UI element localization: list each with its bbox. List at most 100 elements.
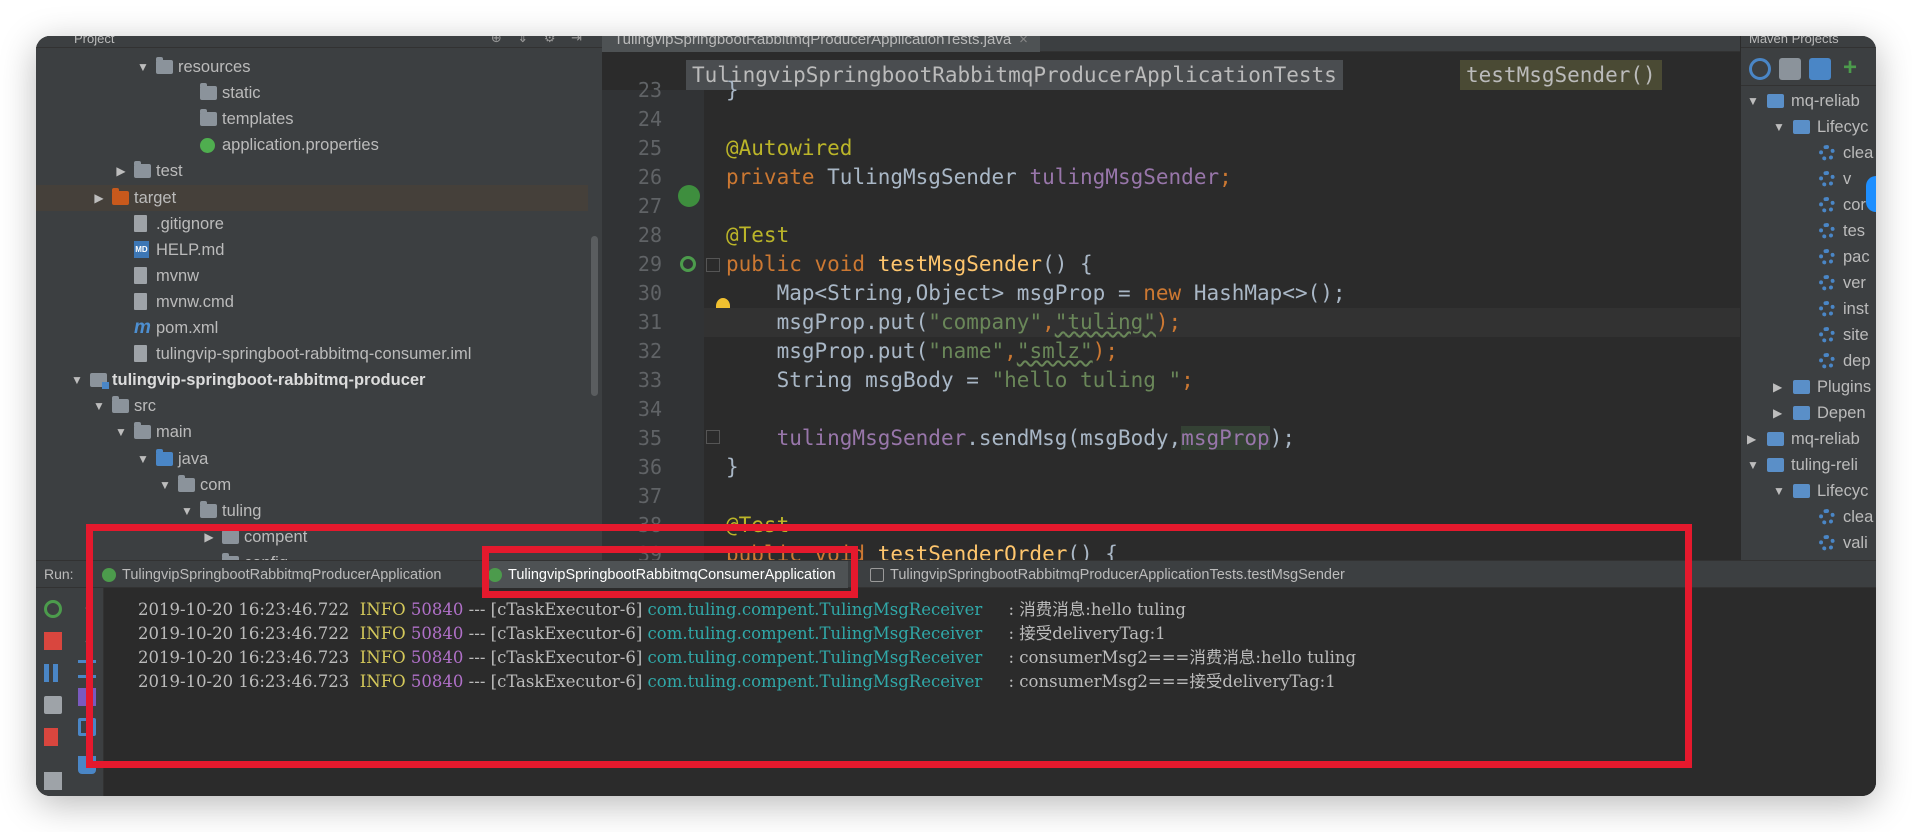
maven-tree-item[interactable]: v (1741, 166, 1876, 192)
run-tab[interactable]: TulingvipSpringbootRabbitmqConsumerAppli… (482, 561, 848, 589)
collapsed-arrow-icon[interactable]: ▶ (1747, 426, 1756, 452)
maven-tree-item[interactable]: ▼ mq-reliab (1741, 88, 1876, 114)
tree-item[interactable]: ▼ com (36, 472, 588, 498)
tree-item[interactable]: ▼ main (36, 419, 588, 445)
editor-file-tab[interactable]: TulingvipSpringbootRabbitmqProducerAppli… (602, 36, 1040, 52)
scroll-to-end-icon[interactable] (78, 688, 96, 706)
maven-tree-item[interactable]: ▼ tuling-reli (1741, 452, 1876, 478)
tree-item[interactable]: ▼ tuling (36, 498, 588, 524)
tree-item[interactable]: application.properties (36, 132, 588, 158)
collapsed-arrow-icon[interactable]: ▶ (92, 185, 106, 211)
code-line-33: String msgBody = "hello tuling "; (776, 368, 1194, 392)
maven-tree-item[interactable]: cor (1741, 192, 1876, 218)
log-class: com.tuling.compent.TulingMsgReceiver (647, 648, 983, 667)
layout-icon[interactable] (44, 772, 62, 790)
generate-sources-icon[interactable] (1779, 58, 1801, 80)
expanded-arrow-icon[interactable]: ▼ (1773, 114, 1785, 140)
maven-item-label: mq-reliab (1791, 430, 1860, 448)
maven-tree-item[interactable]: ▼ Lifecyc (1741, 114, 1876, 140)
pause-icon[interactable] (44, 664, 58, 682)
tree-item[interactable]: m pom.xml (36, 315, 588, 341)
clear-all-icon[interactable] (78, 756, 96, 774)
run-test-icon[interactable] (680, 256, 696, 272)
close-icon[interactable]: × (1019, 36, 1028, 48)
download-icon[interactable] (1809, 58, 1831, 80)
tree-item[interactable]: ▶ target (36, 184, 588, 211)
tree-item-label: static (222, 84, 261, 103)
maven-panel-title: Maven Projects (1741, 36, 1876, 48)
maven-tree-item[interactable]: tes (1741, 218, 1876, 244)
maven-tree-item[interactable]: ▶ Depen (1741, 400, 1876, 426)
tree-item-label: HELP.md (156, 240, 225, 259)
dump-threads-icon[interactable] (44, 696, 62, 714)
maven-tree-item[interactable]: inst (1741, 296, 1876, 322)
line-number: 36 (637, 455, 662, 479)
tree-item[interactable]: templates (36, 106, 588, 132)
print-icon[interactable] (78, 718, 96, 736)
floating-widget[interactable] (1866, 176, 1876, 212)
tree-item[interactable]: ▼ src (36, 393, 588, 419)
expanded-arrow-icon[interactable]: ▼ (1747, 452, 1759, 478)
file-icon (134, 292, 147, 310)
expanded-arrow-icon[interactable]: ▼ (92, 393, 106, 419)
tree-item[interactable]: MD HELP.md (36, 237, 588, 263)
maven-tree-item[interactable]: site (1741, 322, 1876, 348)
maven-tree-item[interactable]: ▶ Plugins (1741, 374, 1876, 400)
maven-tree-item[interactable]: ▶ mq-reliab (1741, 426, 1876, 452)
stop-icon[interactable] (44, 632, 62, 650)
code-line-32: msgProp.put("name","smlz"); (776, 339, 1118, 363)
expanded-arrow-icon[interactable]: ▼ (70, 367, 84, 393)
tree-item[interactable]: ▼ config (36, 550, 588, 560)
soft-wrap-icon[interactable] (78, 660, 96, 678)
project-panel-tools[interactable]: ⊕ ⇕ ⚙ ⇥ (491, 36, 588, 46)
tree-item[interactable]: mvnw.cmd (36, 289, 588, 315)
refresh-icon[interactable] (1749, 58, 1771, 80)
expanded-arrow-icon[interactable]: ▼ (202, 550, 216, 560)
tree-item[interactable]: tulingvip-springboot-rabbitmq-consumer.i… (36, 341, 588, 367)
maven-tree-item[interactable]: ▼ Lifecyc (1741, 478, 1876, 504)
expanded-arrow-icon[interactable]: ▼ (180, 498, 194, 524)
tree-item[interactable]: ▶ compent (36, 524, 588, 550)
down-arrow-icon[interactable]: ↓ (78, 630, 96, 648)
collapsed-arrow-icon[interactable]: ▶ (1773, 400, 1782, 426)
folder-icon (1793, 380, 1810, 394)
log-timestamp: 2019-10-20 16:23:46.723 (138, 672, 350, 691)
maven-tree-item[interactable]: pac (1741, 244, 1876, 270)
maven-tree-item[interactable]: vali (1741, 530, 1876, 556)
maven-item-label: ver (1843, 274, 1866, 292)
project-scrollbar[interactable] (591, 236, 598, 396)
exit-icon[interactable] (44, 728, 58, 746)
maven-tree-item[interactable]: clea (1741, 140, 1876, 166)
tree-item[interactable]: ▶ test (36, 158, 588, 184)
run-tab[interactable]: TulingvipSpringbootRabbitmqProducerAppli… (96, 561, 453, 589)
expanded-arrow-icon[interactable]: ▼ (1773, 478, 1785, 504)
up-arrow-icon[interactable]: ↑ (78, 602, 96, 620)
collapsed-arrow-icon[interactable]: ▶ (114, 158, 128, 184)
code-line-38: @Test (726, 513, 790, 537)
expanded-arrow-icon[interactable]: ▼ (136, 54, 150, 80)
spring-bean-icon[interactable] (678, 185, 700, 207)
collapsed-arrow-icon[interactable]: ▶ (202, 524, 216, 550)
log-message: : consumerMsg2===接受deliveryTag:1 (982, 672, 1336, 691)
add-icon[interactable]: + (1843, 56, 1865, 80)
maven-tree-item[interactable]: clea (1741, 504, 1876, 530)
collapsed-arrow-icon[interactable]: ▶ (1773, 374, 1782, 400)
line-number: 25 (637, 136, 662, 160)
expanded-arrow-icon[interactable]: ▼ (114, 419, 128, 445)
tree-item[interactable]: ▼ java (36, 446, 588, 472)
console-output[interactable]: 2019-10-20 16:23:46.722 INFO 50840 --- [… (104, 588, 1876, 796)
expanded-arrow-icon[interactable]: ▼ (1747, 88, 1759, 114)
tree-item[interactable]: mvnw (36, 263, 588, 289)
expanded-arrow-icon[interactable]: ▼ (136, 446, 150, 472)
run-tab[interactable]: TulingvipSpringbootRabbitmqProducerAppli… (864, 561, 1357, 589)
tree-item[interactable]: ▼ resources (36, 54, 588, 80)
tree-item[interactable]: ▼ tulingvip-springboot-rabbitmq-producer (36, 367, 588, 393)
tree-item[interactable]: .gitignore (36, 211, 588, 237)
tree-item[interactable]: static (36, 80, 588, 106)
maven-tree-item[interactable]: ver (1741, 270, 1876, 296)
log-separator: --- (463, 672, 491, 691)
code-area[interactable]: } @Autowired private TulingMsgSender tul… (704, 78, 1776, 560)
expanded-arrow-icon[interactable]: ▼ (158, 472, 172, 498)
maven-tree-item[interactable]: dep (1741, 348, 1876, 374)
rerun-icon[interactable] (44, 600, 62, 618)
